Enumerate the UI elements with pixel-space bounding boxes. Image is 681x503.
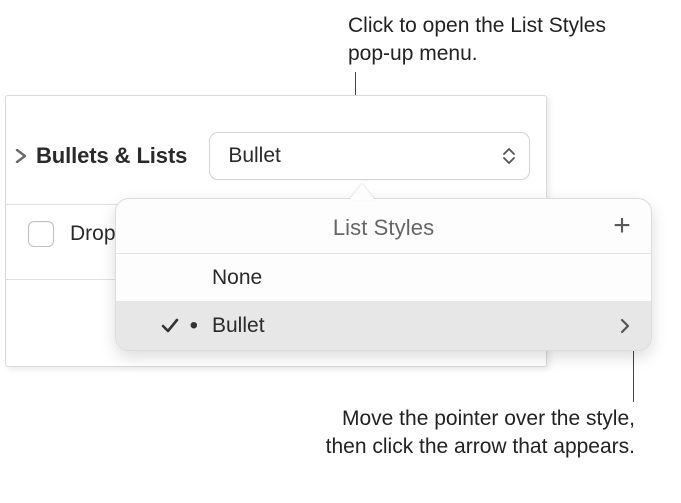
popover-title: List Styles [333,215,434,240]
popup-stepper-icon [503,148,515,164]
bullets-lists-row: Bullets & Lists Bullet [6,96,546,194]
list-style-label: Bullet [212,314,613,338]
add-style-button[interactable]: + [607,211,637,241]
popover-header: List Styles + [116,199,651,254]
list-styles-popover: List Styles + None • Bullet [115,198,652,351]
drop-cap-checkbox[interactable] [28,221,54,247]
callout-top: Click to open the List Styles pop-up men… [348,12,628,69]
list-style-item-bullet[interactable]: • Bullet [116,302,651,350]
section-label: Bullets & Lists [36,143,187,169]
checkmark-icon [160,316,180,336]
popup-value: Bullet [228,144,281,168]
chevron-right-icon [15,149,27,163]
disclosure-toggle[interactable] [6,149,36,163]
list-style-popup-button[interactable]: Bullet [209,132,530,180]
bullet-glyph-icon: • [190,314,198,338]
list-style-label: None [212,266,637,290]
chevron-right-icon [620,318,630,334]
callout-leader-line-bottom [633,344,634,402]
style-detail-arrow[interactable] [613,318,637,334]
callout-bottom: Move the pointer over the style, then cl… [300,405,635,462]
plus-icon: + [613,209,631,243]
popover-pointer [349,184,375,200]
list-style-item-none[interactable]: None [116,254,651,302]
drop-cap-label: Drop [70,222,116,246]
